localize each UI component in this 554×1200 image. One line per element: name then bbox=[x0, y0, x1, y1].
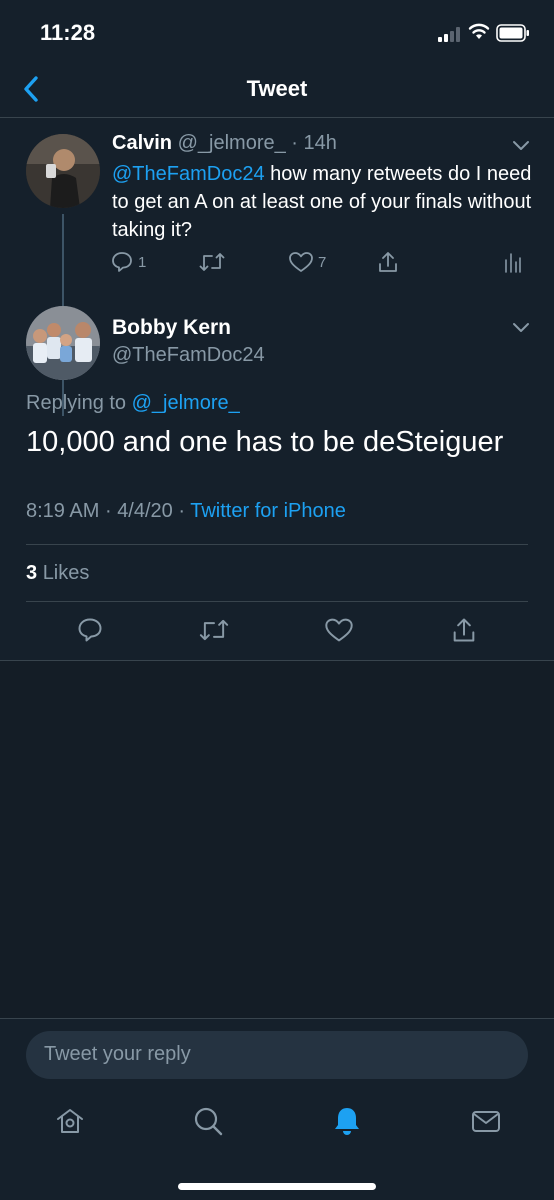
tweet-source-link[interactable]: Twitter for iPhone bbox=[190, 500, 346, 522]
author-handle[interactable]: @TheFamDoc24 bbox=[112, 344, 265, 367]
likes-count: 3 bbox=[26, 562, 38, 584]
replying-to-line: Replying to @_jelmore_ bbox=[26, 392, 240, 415]
tweet-metadata: 8:19 AM · 4/4/20 · Twitter for iPhone bbox=[26, 500, 346, 523]
bottom-bar: Tweet your reply bbox=[0, 1018, 554, 1200]
like-count: 7 bbox=[318, 253, 327, 271]
chevron-down-icon[interactable] bbox=[512, 140, 530, 152]
like-button[interactable]: 7 bbox=[288, 250, 326, 274]
notifications-icon[interactable] bbox=[331, 1105, 363, 1137]
reply-icon bbox=[112, 252, 132, 272]
author-name[interactable]: Calvin bbox=[112, 132, 172, 154]
status-time: 11:28 bbox=[40, 20, 96, 45]
likes-label: Likes bbox=[42, 562, 90, 584]
status-bar: 11:28 bbox=[0, 0, 554, 60]
home-icon[interactable] bbox=[54, 1105, 86, 1137]
parent-tweet-text: @TheFamDoc24 how many retweets do I need… bbox=[112, 160, 532, 244]
share-button[interactable] bbox=[376, 250, 400, 274]
home-indicator bbox=[178, 1183, 376, 1190]
page-title: Tweet bbox=[246, 76, 308, 101]
signal-icon bbox=[438, 26, 462, 42]
meta-separator: · bbox=[178, 500, 186, 522]
meta-separator: · bbox=[104, 500, 112, 522]
bobby-kern-avatar[interactable] bbox=[26, 306, 100, 380]
divider bbox=[26, 601, 528, 602]
mention-link[interactable]: @TheFamDoc24 bbox=[112, 163, 265, 185]
author-name[interactable]: Bobby Kern bbox=[112, 316, 231, 340]
retweet-button[interactable] bbox=[198, 250, 226, 274]
battery-icon bbox=[496, 24, 529, 42]
tweet-time: 8:19 AM bbox=[26, 500, 100, 522]
like-icon bbox=[289, 252, 313, 272]
parent-tweet-header: Calvin @_jelmore_ · 14h bbox=[112, 132, 337, 155]
likes-summary[interactable]: 3 Likes bbox=[26, 562, 89, 585]
reply-icon[interactable] bbox=[76, 616, 104, 644]
reply-count: 1 bbox=[138, 253, 147, 271]
calvin-avatar[interactable] bbox=[26, 134, 100, 208]
tweet-text: 10,000 and one has to be deSteiguer bbox=[26, 426, 504, 458]
tweet-date: 4/4/20 bbox=[117, 500, 173, 522]
analytics-button[interactable] bbox=[504, 250, 522, 274]
share-icon[interactable] bbox=[450, 616, 478, 644]
top-navigation-bar: Tweet bbox=[0, 60, 554, 118]
author-handle[interactable]: @_jelmore_ bbox=[178, 132, 286, 154]
share-icon bbox=[379, 252, 397, 272]
divider bbox=[26, 544, 528, 545]
like-icon[interactable] bbox=[324, 616, 354, 644]
meta-separator: · bbox=[291, 132, 298, 154]
wifi-icon bbox=[468, 23, 490, 39]
replying-to-handle[interactable]: @_jelmore_ bbox=[132, 392, 240, 414]
chevron-down-icon[interactable] bbox=[512, 322, 530, 334]
reply-input[interactable]: Tweet your reply bbox=[26, 1031, 528, 1079]
replying-to-label: Replying to bbox=[26, 392, 132, 414]
messages-icon[interactable] bbox=[470, 1105, 502, 1137]
retweet-icon bbox=[199, 253, 225, 271]
tweet-age: 14h bbox=[303, 132, 337, 154]
parent-tweet-actions: 1 7 bbox=[110, 250, 530, 280]
search-icon[interactable] bbox=[192, 1105, 224, 1137]
empty-timeline-area bbox=[0, 661, 554, 1019]
analytics-icon bbox=[505, 253, 521, 273]
retweet-icon[interactable] bbox=[198, 616, 230, 644]
tweet-actions bbox=[0, 616, 554, 650]
reply-button[interactable]: 1 bbox=[110, 250, 146, 274]
